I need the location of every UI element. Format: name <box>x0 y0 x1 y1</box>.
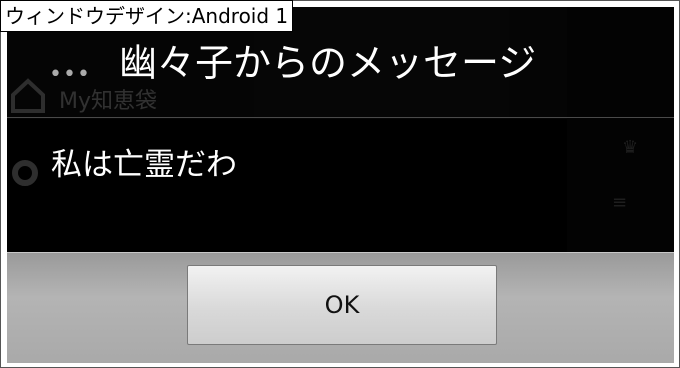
window-frame: My知恵袋 ♛ ≡ ••• 幽々子からのメッセージ 私は亡霊だわ OK <box>0 0 680 368</box>
dialog-button-bar: OK <box>7 252 674 363</box>
flag-icon: ≡ <box>612 192 628 213</box>
dialog-title: 幽々子からのメッセージ <box>119 41 537 85</box>
crown-icon: ♛ <box>622 137 639 158</box>
dialog-message: 私は亡霊だわ <box>51 147 237 183</box>
android-screen: My知恵袋 ♛ ≡ ••• 幽々子からのメッセージ 私は亡霊だわ OK <box>7 7 674 363</box>
title-divider <box>7 117 674 118</box>
window-design-caption: ウィンドウデザイン:Android 1 <box>0 0 294 32</box>
gear-icon <box>12 160 38 186</box>
ok-button[interactable]: OK <box>187 265 497 345</box>
